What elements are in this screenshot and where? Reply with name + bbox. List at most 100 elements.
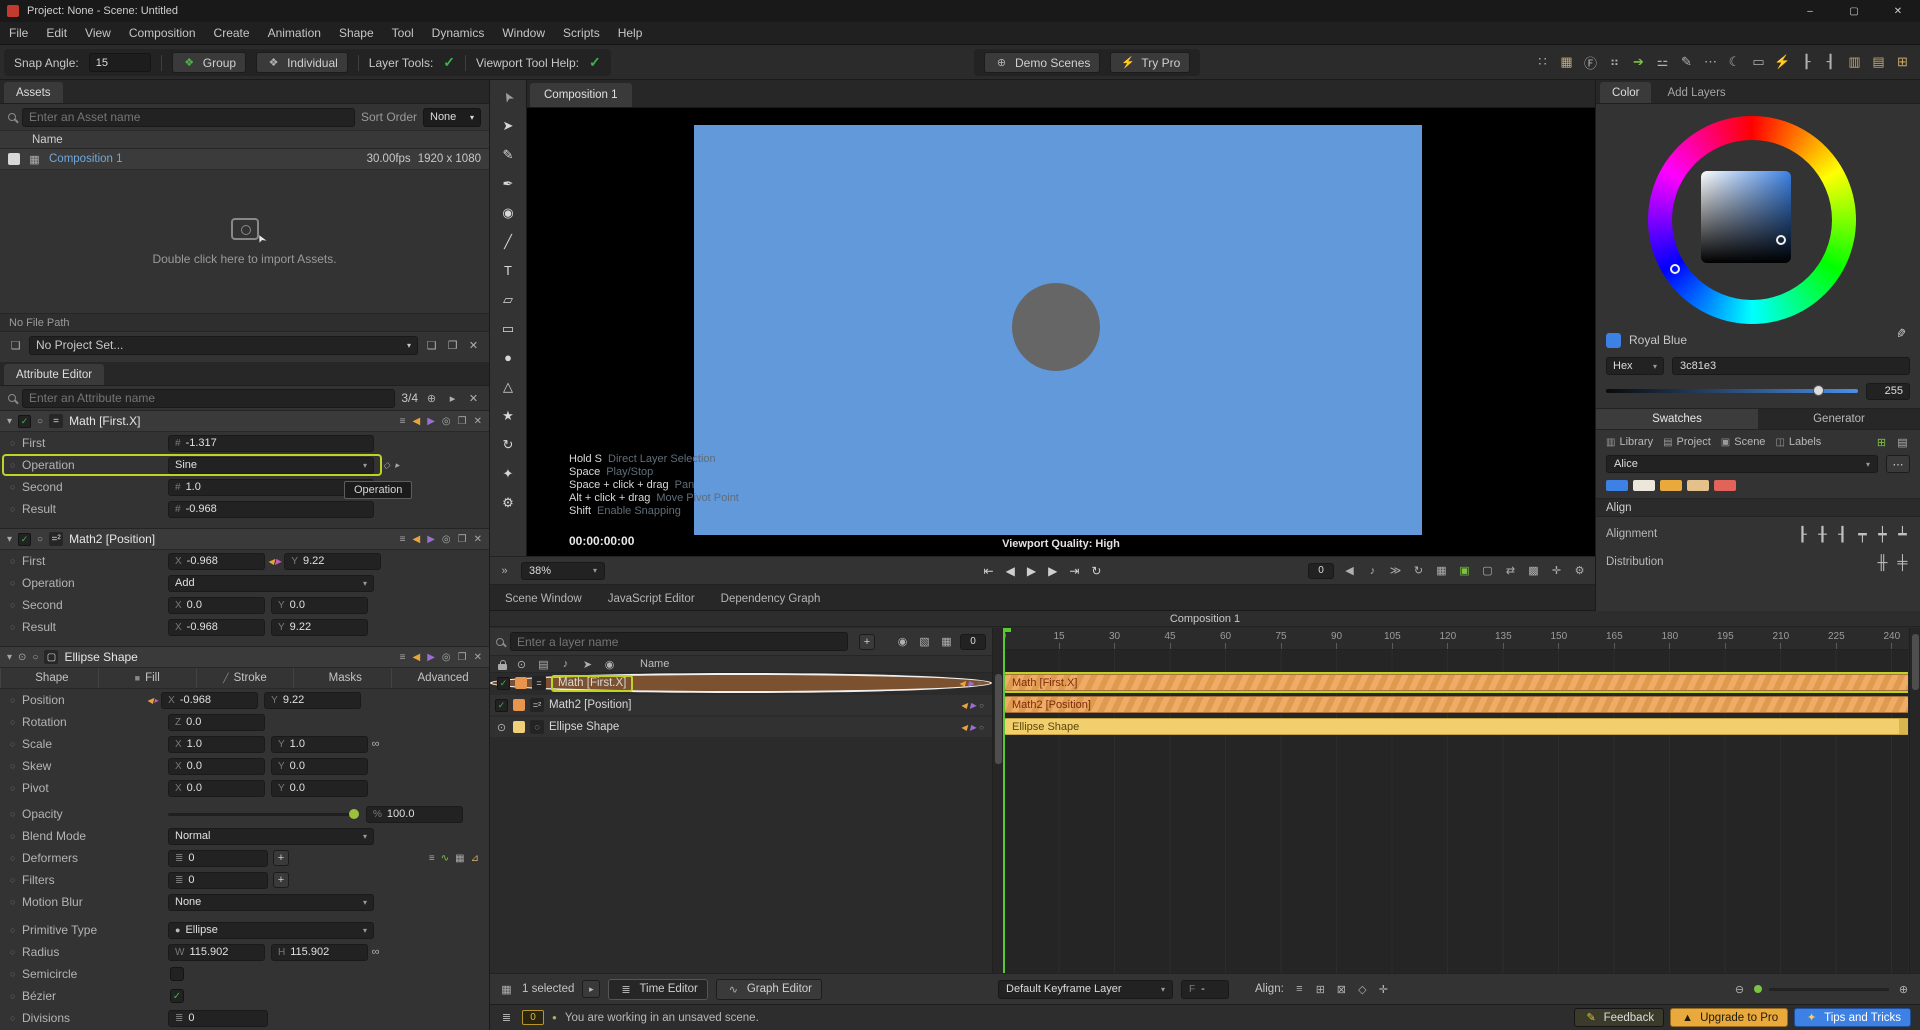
eye-icon[interactable]: ⊙ [514, 657, 529, 672]
onion-skin-icon[interactable]: ▧ [917, 634, 932, 649]
key-circle-icon[interactable]: ○ [979, 723, 984, 732]
layer-enabled-checkbox[interactable]: ✓ [495, 698, 508, 712]
tab-attribute-editor[interactable]: Attribute Editor [4, 364, 105, 385]
pen-tool-icon[interactable]: ✒ [495, 172, 521, 195]
color-swatch[interactable] [1606, 479, 1628, 491]
layer-tools-checkbox[interactable]: ✓ [443, 54, 455, 71]
tab-color[interactable]: Color [1600, 82, 1652, 103]
paint-tool-icon[interactable]: ✎ [495, 143, 521, 166]
menu-item[interactable]: Window [493, 22, 554, 44]
align-top-icon[interactable]: ┯ [1855, 526, 1870, 542]
primitive-type-select[interactable]: ● Ellipse ▾ [168, 921, 374, 939]
popout-icon[interactable]: ❐ [458, 416, 467, 427]
result-value-field[interactable]: # -0.968 [168, 500, 374, 518]
skip-start-button[interactable]: ⇤ [984, 564, 994, 578]
keyframe-toggle[interactable]: ○ [10, 438, 22, 448]
polygon-tool-icon[interactable]: △ [495, 375, 521, 398]
rows-icon[interactable]: ▤ [1871, 54, 1886, 70]
layer-color-chip[interactable] [513, 699, 525, 711]
frame-icon[interactable]: Ⓕ [1583, 55, 1598, 71]
align-middle-icon[interactable]: ┿ [1875, 526, 1890, 542]
timeline-scrollbar[interactable] [1909, 628, 1920, 973]
feedback-button[interactable]: ✎ Feedback [1573, 1008, 1665, 1027]
editor-tab[interactable]: JavaScript Editor [596, 588, 707, 610]
panel-icon[interactable]: ▦ [455, 853, 464, 864]
panel-icon[interactable]: ▦ [1559, 54, 1574, 70]
wave-icon[interactable]: ∿ [441, 853, 449, 864]
eye-icon[interactable]: ⊙ [18, 652, 26, 663]
opacity-slider[interactable] [168, 808, 359, 819]
next-key-icon[interactable]: ▶ [968, 679, 974, 688]
viewport-tool-help-checkbox[interactable]: ✓ [589, 54, 601, 71]
layer-name[interactable]: Ellipse Shape [549, 721, 619, 733]
math1-header[interactable]: ▾ ✓ ○ = Math [First.X] ≡ ◀ ▶ ◎ ❐ ✕ [0, 411, 489, 432]
operation-select[interactable]: Sine ▾ [168, 456, 374, 474]
solo-icon[interactable]: ○ [32, 652, 38, 663]
blend-mode-select[interactable]: Normal ▾ [168, 827, 374, 845]
library-tab[interactable]: ◫ Labels [1775, 436, 1821, 448]
demo-scenes-button[interactable]: ⊕ Demo Scenes [984, 52, 1101, 73]
next-key-icon[interactable]: ▶ [427, 652, 435, 663]
color-swatch[interactable] [1660, 479, 1682, 491]
moon-icon[interactable]: ☾ [1727, 54, 1742, 70]
sort-order-select[interactable]: None ▾ [423, 107, 481, 127]
tab-swatches[interactable]: Swatches [1596, 409, 1758, 429]
select-tool-icon[interactable]: ➤ [495, 85, 521, 108]
navigate-icon[interactable]: ▸ [445, 391, 460, 406]
layer-row-ellipse[interactable]: ⊙ ◌ Ellipse Shape ◀ ▶ ○ [490, 717, 992, 737]
hex-mode-select[interactable]: Hex ▾ [1606, 357, 1664, 375]
settings-tool-icon[interactable]: ⚙ [495, 491, 521, 514]
operation-select[interactable]: Add ▾ [168, 574, 374, 592]
cursor-icon[interactable]: ➤ [580, 657, 595, 672]
audio-icon[interactable]: ♪ [1365, 563, 1380, 578]
keyframe-layer-select[interactable]: Default Keyframe Layer ▾ [998, 979, 1174, 999]
align-right-icon[interactable]: ┨ [1823, 54, 1838, 70]
keyframe-toggle[interactable]: ○ [10, 695, 22, 705]
connect-icon[interactable]: ◇ [383, 460, 390, 471]
layer-search-input[interactable] [510, 632, 848, 651]
dots-grid-icon[interactable]: ∷ [1535, 54, 1550, 70]
frame-mode-field[interactable]: F- [1181, 979, 1230, 999]
open-folder-button[interactable]: ❏ [424, 338, 439, 353]
frame-field[interactable]: 0 [960, 633, 986, 650]
second-x-field[interactable]: X 0.0 [168, 596, 265, 614]
collapse-icon[interactable]: ▾ [7, 652, 12, 663]
keyframe-toggle[interactable]: ○ [10, 783, 22, 793]
link-icon[interactable]: ∞ [368, 945, 383, 960]
key-circle-icon[interactable]: ○ [977, 679, 982, 688]
maximize-button[interactable]: ▢ [1832, 0, 1876, 22]
popout-icon[interactable]: ❐ [458, 534, 467, 545]
warning-badge[interactable]: 0 [522, 1010, 544, 1025]
keyframe-toggle[interactable]: ○ [10, 947, 22, 957]
distribute-h-icon[interactable]: ╫ [1875, 554, 1890, 570]
first-x-field[interactable]: X -0.968 [168, 552, 265, 570]
upgrade-to-pro-button[interactable]: ▲ Upgrade to Pro [1670, 1008, 1789, 1027]
menu-item[interactable]: Dynamics [423, 22, 494, 44]
ellipse-tool-icon[interactable]: ● [495, 346, 521, 369]
render-icon[interactable]: ▤ [536, 657, 551, 672]
semicircle-checkbox[interactable] [170, 967, 184, 981]
editor-tab[interactable]: Dependency Graph [709, 588, 833, 610]
minimize-button[interactable]: – [1788, 0, 1832, 22]
align-left-icon[interactable]: ┠ [1799, 54, 1814, 70]
solo-icon[interactable]: ○ [37, 416, 43, 427]
step-forward-button[interactable]: ▶ [1048, 564, 1057, 578]
prev-key-icon[interactable]: ◀ [959, 679, 965, 688]
menu-item[interactable]: Scripts [554, 22, 609, 44]
result-y-field[interactable]: Y 9.22 [271, 618, 368, 636]
assets-empty-area[interactable]: ➤ Double click here to import Assets. [0, 170, 489, 313]
add-layer-button[interactable]: + [859, 633, 875, 650]
layer-color-chip[interactable] [513, 721, 525, 733]
alpha-slider[interactable] [1606, 385, 1858, 396]
close-button[interactable]: ✕ [1876, 0, 1920, 22]
timeline-bar-math1[interactable]: Math [First.X] [1004, 674, 1908, 691]
corner-icon[interactable]: ⊿ [471, 853, 479, 864]
sliders-icon[interactable]: ≡ [400, 534, 406, 545]
radius-w-field[interactable]: W 115.902 [168, 943, 265, 961]
keyframe-toggle[interactable]: ○ [10, 897, 22, 907]
timeline-bar-ellipse[interactable]: Ellipse Shape [1004, 718, 1908, 735]
keyframe-toggle[interactable]: ○ [10, 504, 22, 514]
first-y-field[interactable]: Y 9.22 [284, 552, 382, 570]
align-center-h-icon[interactable]: ╂ [1815, 526, 1830, 542]
viewport-canvas[interactable]: Hold S Direct Layer Selection Space Play/St… [527, 108, 1595, 556]
